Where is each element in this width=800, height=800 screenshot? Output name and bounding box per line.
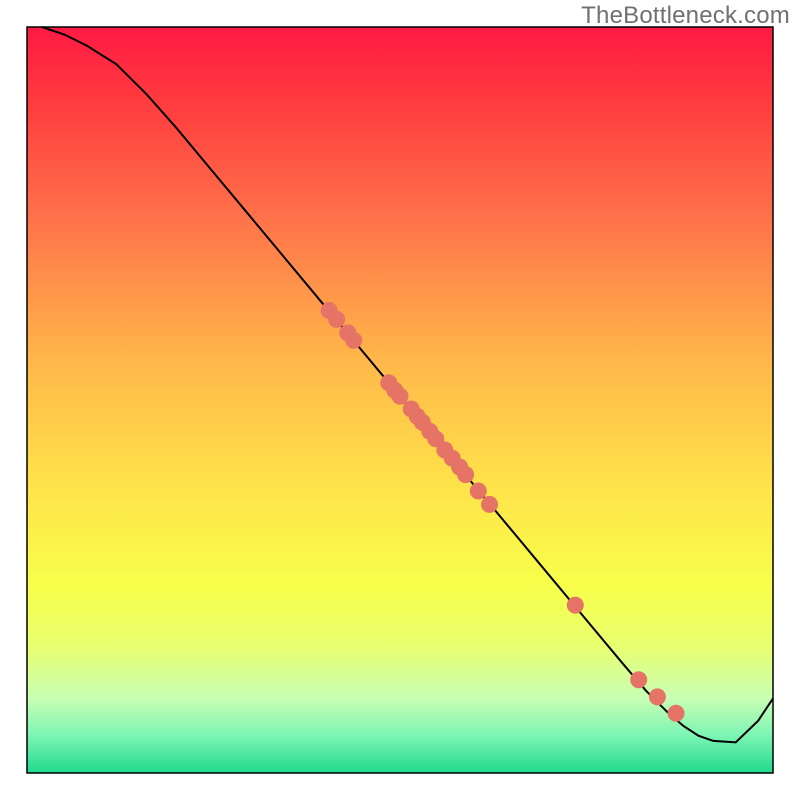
chart-container: TheBottleneck.com xyxy=(0,0,800,800)
data-point xyxy=(345,332,362,349)
data-point xyxy=(668,705,685,722)
data-point xyxy=(481,496,498,513)
watermark-label: TheBottleneck.com xyxy=(581,2,790,30)
data-point xyxy=(328,311,345,328)
data-point xyxy=(457,466,474,483)
data-point xyxy=(649,688,666,705)
bottleneck-chart xyxy=(0,0,800,800)
data-point xyxy=(630,671,647,688)
data-point xyxy=(470,483,487,500)
data-point xyxy=(567,597,584,614)
data-point xyxy=(392,388,409,405)
